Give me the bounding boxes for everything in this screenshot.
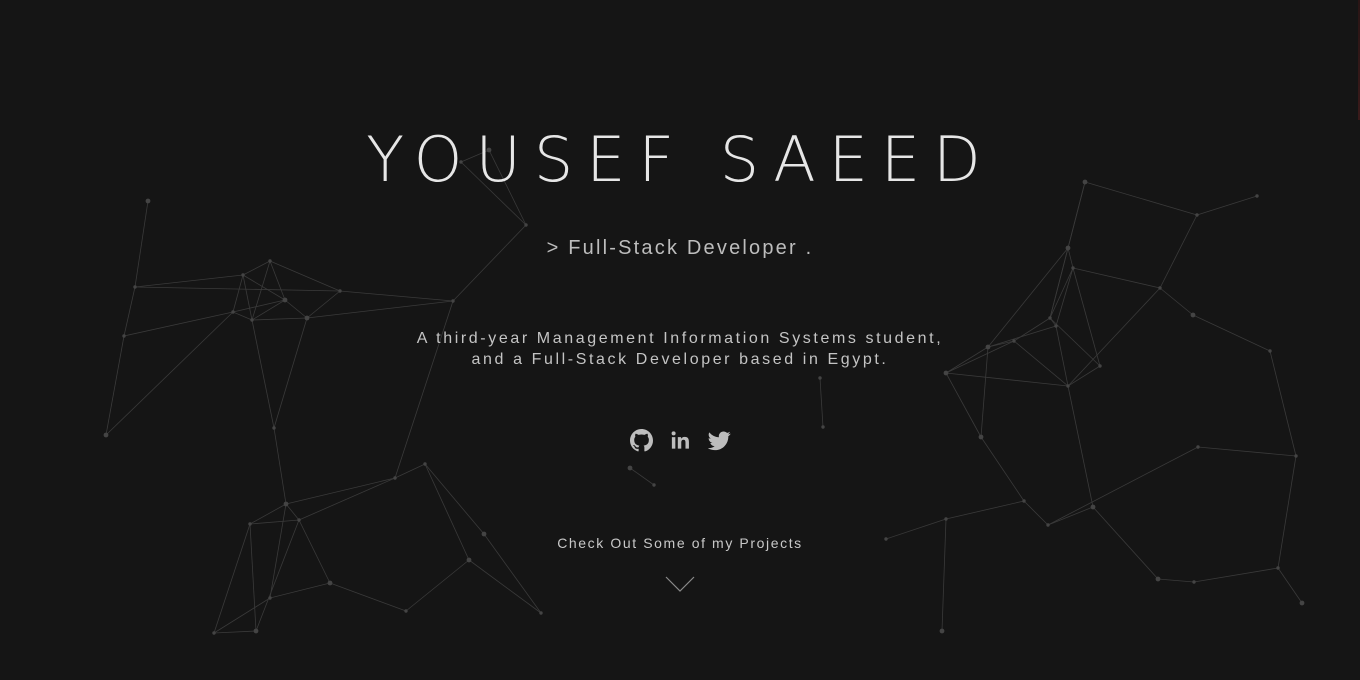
hero-role: > Full-Stack Developer . <box>546 237 814 259</box>
social-links <box>0 429 1360 452</box>
bio-line-2: and a Full-Stack Developer based in Egyp… <box>471 351 889 368</box>
bio-line-1: A third-year Management Information Syst… <box>416 330 944 347</box>
twitter-icon <box>707 431 731 451</box>
linkedin-link[interactable] <box>669 429 692 452</box>
github-icon <box>629 429 653 452</box>
linkedin-icon <box>671 431 689 449</box>
chevron-down-icon[interactable] <box>665 575 695 593</box>
projects-link[interactable]: Check Out Some of my Projects <box>0 535 1360 551</box>
hero-section: YOUSEF SAEED > Full-Stack Developer . A … <box>0 0 1360 680</box>
twitter-link[interactable] <box>707 429 731 452</box>
github-link[interactable] <box>629 429 653 452</box>
hero-bio: A third-year Management Information Syst… <box>0 328 1360 370</box>
hero-name: YOUSEF SAEED <box>366 123 994 196</box>
